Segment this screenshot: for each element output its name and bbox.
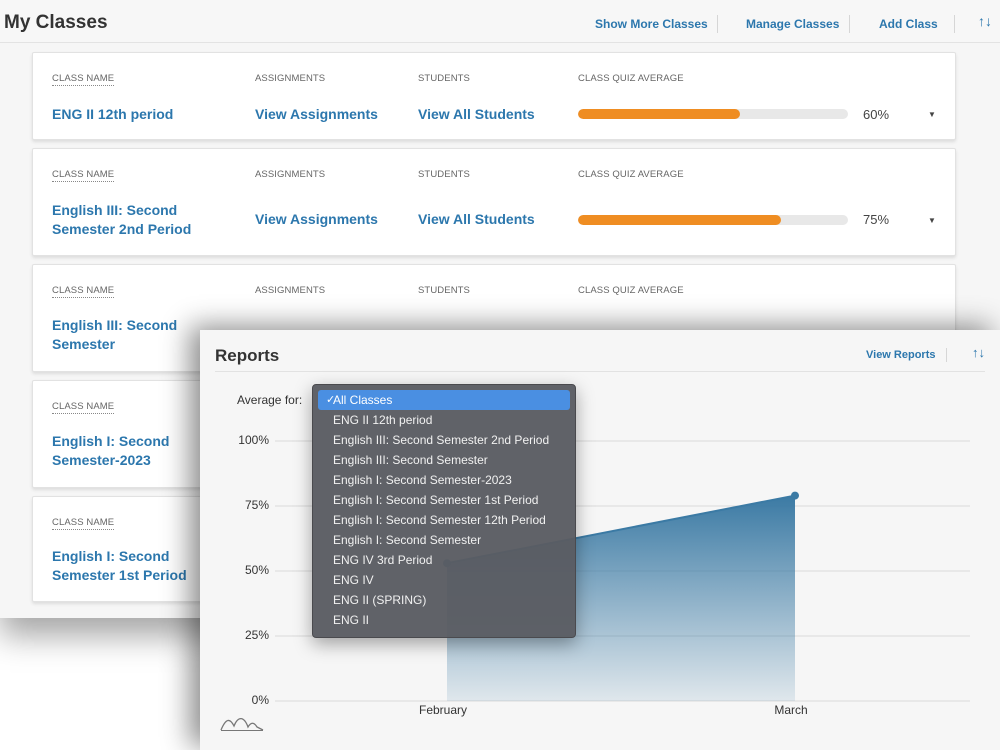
- dropdown-option-label: All Classes: [333, 393, 393, 407]
- y-tick-label: 75%: [244, 498, 269, 512]
- column-label-students: STUDENTS: [418, 73, 470, 84]
- class-name-link[interactable]: English I: Second Semester-2023: [52, 432, 222, 470]
- dropdown-option[interactable]: ENG IV: [333, 570, 374, 590]
- class-name-link[interactable]: English III: Second Semester: [52, 316, 222, 354]
- sort-arrows-icon[interactable]: ↑↓: [978, 13, 992, 29]
- column-label-class-name: CLASS NAME: [52, 169, 115, 182]
- quiz-average-percent: 75%: [863, 212, 890, 227]
- y-tick-label: 100%: [238, 433, 269, 447]
- page-title: My Classes: [4, 12, 108, 33]
- x-tick-label: February: [418, 703, 468, 717]
- y-tick-label: 25%: [244, 628, 269, 642]
- column-label-class-name: CLASS NAME: [52, 517, 115, 530]
- class-name-link[interactable]: ENG II 12th period: [52, 105, 222, 124]
- manage-classes-link[interactable]: Manage Classes: [746, 17, 839, 31]
- header-divider: [849, 15, 850, 33]
- y-tick-label: 50%: [244, 563, 269, 577]
- show-more-classes-link[interactable]: Show More Classes: [595, 17, 708, 31]
- column-label-quiz-average: CLASS QUIZ AVERAGE: [578, 169, 684, 180]
- quiz-average-percent: 60%: [863, 107, 890, 122]
- expand-caret-icon[interactable]: ▼: [928, 216, 936, 225]
- x-tick-label: March: [774, 703, 808, 717]
- view-assignments-link[interactable]: View Assignments: [255, 106, 378, 122]
- class-name-link[interactable]: English I: Second Semester 1st Period: [52, 547, 222, 585]
- quiz-average-fill: [578, 109, 740, 119]
- column-label-class-name: CLASS NAME: [52, 401, 115, 414]
- average-for-dropdown[interactable]: ✓ All Classes ENG II 12th period English…: [312, 384, 576, 638]
- dropdown-option[interactable]: English III: Second Semester 2nd Period: [333, 430, 549, 450]
- view-assignments-link[interactable]: View Assignments: [255, 211, 378, 227]
- column-label-assignments: ASSIGNMENTS: [255, 169, 326, 180]
- expand-caret-icon[interactable]: ▼: [928, 110, 936, 119]
- class-row: CLASS NAME ASSIGNMENTS STUDENTS CLASS QU…: [32, 52, 956, 140]
- column-label-class-name: CLASS NAME: [52, 285, 115, 298]
- dropdown-option-selected[interactable]: ✓ All Classes: [318, 390, 570, 410]
- column-label-quiz-average: CLASS QUIZ AVERAGE: [578, 285, 684, 296]
- view-all-students-link[interactable]: View All Students: [418, 211, 535, 227]
- dropdown-option[interactable]: ENG II (SPRING): [333, 590, 426, 610]
- dropdown-option[interactable]: English III: Second Semester: [333, 450, 488, 470]
- column-label-assignments: ASSIGNMENTS: [255, 285, 326, 296]
- header-divider: [717, 15, 718, 33]
- dropdown-option[interactable]: English I: Second Semester 12th Period: [333, 510, 546, 530]
- column-label-class-name: CLASS NAME: [52, 73, 115, 86]
- class-name-link[interactable]: English III: Second Semester 2nd Period: [52, 201, 222, 239]
- column-label-assignments: ASSIGNMENTS: [255, 73, 326, 84]
- dropdown-option[interactable]: English I: Second Semester: [333, 530, 481, 550]
- view-all-students-link[interactable]: View All Students: [418, 106, 535, 122]
- column-label-students: STUDENTS: [418, 285, 470, 296]
- header-divider: [954, 15, 955, 33]
- my-classes-header: My Classes Show More Classes Manage Clas…: [0, 0, 1000, 43]
- data-point[interactable]: [791, 491, 799, 500]
- dropdown-option[interactable]: ENG IV 3rd Period: [333, 550, 432, 570]
- column-label-quiz-average: CLASS QUIZ AVERAGE: [578, 73, 684, 84]
- dropdown-option[interactable]: ENG II 12th period: [333, 410, 432, 430]
- quiz-average-bar: [578, 109, 848, 119]
- y-tick-label: 0%: [251, 693, 269, 707]
- area-chart-icon[interactable]: [220, 714, 264, 732]
- dropdown-option[interactable]: ENG II: [333, 610, 369, 630]
- class-row: CLASS NAME ASSIGNMENTS STUDENTS CLASS QU…: [32, 148, 956, 256]
- dropdown-option[interactable]: English I: Second Semester 1st Period: [333, 490, 538, 510]
- dropdown-option[interactable]: English I: Second Semester-2023: [333, 470, 512, 490]
- column-label-students: STUDENTS: [418, 169, 470, 180]
- quiz-average-bar: [578, 215, 848, 225]
- add-class-link[interactable]: Add Class: [879, 17, 938, 31]
- quiz-average-fill: [578, 215, 781, 225]
